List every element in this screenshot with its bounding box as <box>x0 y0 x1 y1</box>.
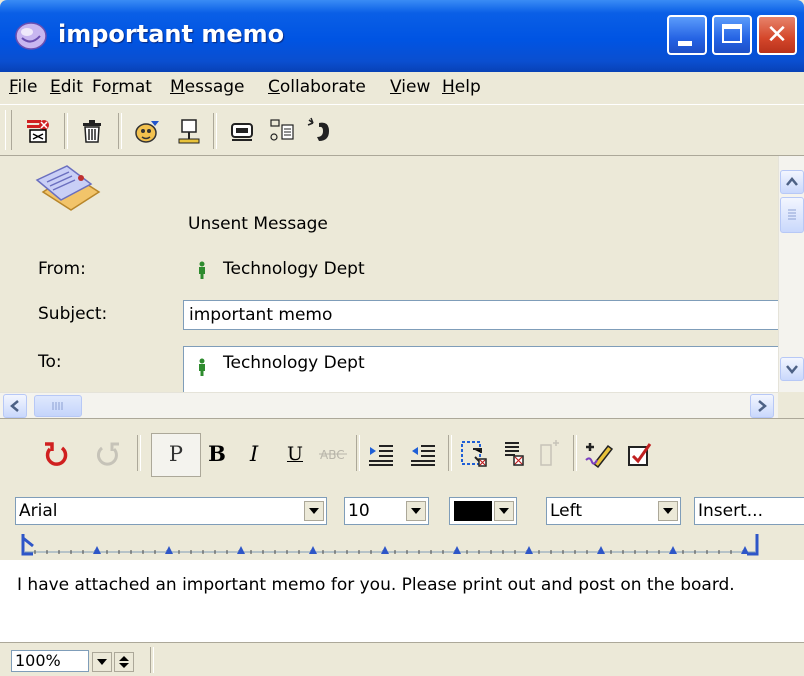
scroll-corner <box>778 392 804 418</box>
signature-icon[interactable] <box>175 117 203 145</box>
status-separator <box>150 647 154 673</box>
status-bar: 100% <box>0 642 804 675</box>
message-header: Unsent Message From: Technology Dept Sub… <box>0 156 778 392</box>
person-icon <box>199 358 205 376</box>
message-status: Unsent Message <box>188 214 328 234</box>
toolbar-separator <box>64 113 68 149</box>
table-menu-icon[interactable] <box>497 439 527 469</box>
toolbar-separator <box>137 435 141 471</box>
format-toolbar: P B I U ABC <box>0 418 804 490</box>
to-label: To: <box>38 352 62 372</box>
scroll-down-button[interactable] <box>780 357 804 381</box>
insert-value: Insert... <box>698 501 763 521</box>
menu-format[interactable]: Format <box>92 77 152 97</box>
header-vertical-scrollbar[interactable] <box>778 156 804 392</box>
title-bar[interactable]: important memo ✕ <box>0 0 804 72</box>
scroll-left-button[interactable] <box>3 394 27 418</box>
chevron-right-icon <box>758 400 767 412</box>
insert-object-icon[interactable] <box>268 117 296 145</box>
hscroll-thumb[interactable] <box>34 395 82 417</box>
chevron-down-icon[interactable] <box>494 501 514 521</box>
scroll-thumb[interactable] <box>780 197 804 233</box>
strikethrough-icon[interactable]: ABC <box>318 443 348 465</box>
main-toolbar <box>0 104 804 156</box>
select-table-icon[interactable] <box>459 439 489 469</box>
to-recipient[interactable]: Technology Dept <box>223 353 365 373</box>
toolbar-separator <box>213 113 217 149</box>
message-body[interactable]: I have attached an important memo for yo… <box>0 560 804 642</box>
bold-button[interactable]: B <box>203 439 231 469</box>
toolbar-separator <box>118 113 122 149</box>
ruler[interactable] <box>15 530 765 560</box>
message-body-text[interactable]: I have attached an important memo for yo… <box>17 572 777 598</box>
spell-check-icon[interactable] <box>584 438 616 470</box>
zoom-select[interactable]: 100% <box>11 650 89 672</box>
font-size-select[interactable]: 10 <box>344 497 429 525</box>
grip-icon <box>788 209 796 220</box>
subject-label: Subject: <box>38 304 108 324</box>
redo-icon[interactable] <box>94 440 122 468</box>
toolbar-grip[interactable] <box>5 110 12 150</box>
alignment-select[interactable]: Left <box>546 497 681 525</box>
italic-button[interactable]: I <box>240 439 268 469</box>
zoom-dropdown-button[interactable] <box>92 652 112 672</box>
zoom-spinner[interactable] <box>114 652 134 672</box>
delete-icon[interactable] <box>78 117 106 145</box>
underline-button[interactable]: U <box>281 439 309 469</box>
close-icon: ✕ <box>766 20 788 50</box>
outdent-icon[interactable] <box>408 439 438 469</box>
toolbar-separator <box>448 435 452 471</box>
plain-text-button[interactable]: P <box>162 439 190 469</box>
chevron-down-icon <box>786 365 798 374</box>
menu-bar: File Edit Format Message Collaborate Vie… <box>0 72 804 104</box>
alignment-value: Left <box>550 501 582 521</box>
toolbar-separator <box>573 435 577 471</box>
phone-icon[interactable] <box>305 117 333 145</box>
check-icon[interactable] <box>626 440 654 468</box>
undo-icon[interactable] <box>42 440 70 468</box>
color-swatch <box>454 501 492 521</box>
scroll-up-button[interactable] <box>780 170 804 194</box>
maximize-button[interactable] <box>712 15 752 55</box>
address-book-icon[interactable] <box>133 117 161 145</box>
font-select-value: Arial <box>19 501 58 521</box>
close-button[interactable]: ✕ <box>757 15 797 55</box>
subject-input[interactable]: important memo <box>183 300 778 330</box>
svg-text:ABC: ABC <box>320 448 345 462</box>
chevron-down-icon[interactable] <box>658 501 678 521</box>
from-value: Technology Dept <box>223 259 365 279</box>
chevron-down-icon[interactable] <box>406 501 426 521</box>
send-icon[interactable] <box>24 117 52 145</box>
to-input[interactable]: Technology Dept <box>183 346 778 392</box>
from-label: From: <box>38 259 86 279</box>
text-color-select[interactable] <box>449 497 517 525</box>
toolbar-separator <box>356 435 360 471</box>
hyperlink-icon[interactable] <box>533 439 563 469</box>
minimize-button[interactable] <box>667 15 707 55</box>
font-select[interactable]: Arial <box>15 497 327 525</box>
font-size-value: 10 <box>348 501 370 521</box>
insert-select[interactable]: Insert... <box>694 497 804 525</box>
chevron-left-icon <box>10 400 19 412</box>
zoom-value: 100% <box>15 651 61 670</box>
window-title: important memo <box>58 20 285 48</box>
header-horizontal-scrollbar[interactable] <box>0 392 778 418</box>
compose-window: important memo ✕ File Edit Format Messag… <box>0 0 804 675</box>
menu-file[interactable]: File <box>9 77 37 97</box>
grip-icon <box>52 402 63 410</box>
menu-edit[interactable]: Edit <box>50 77 83 97</box>
attach-icon[interactable] <box>228 117 256 145</box>
chevron-up-icon <box>786 177 798 186</box>
menu-message[interactable]: Message <box>170 77 245 97</box>
person-icon <box>199 261 205 279</box>
groupwise-icon <box>15 22 47 50</box>
indent-icon[interactable] <box>366 439 396 469</box>
spinner-icon <box>119 656 129 668</box>
envelope-icon <box>35 165 101 211</box>
menu-help[interactable]: Help <box>442 77 481 97</box>
scroll-right-button[interactable] <box>750 394 774 418</box>
menu-collaborate[interactable]: Collaborate <box>268 77 366 97</box>
menu-view[interactable]: View <box>390 77 430 97</box>
chevron-down-icon[interactable] <box>304 501 324 521</box>
